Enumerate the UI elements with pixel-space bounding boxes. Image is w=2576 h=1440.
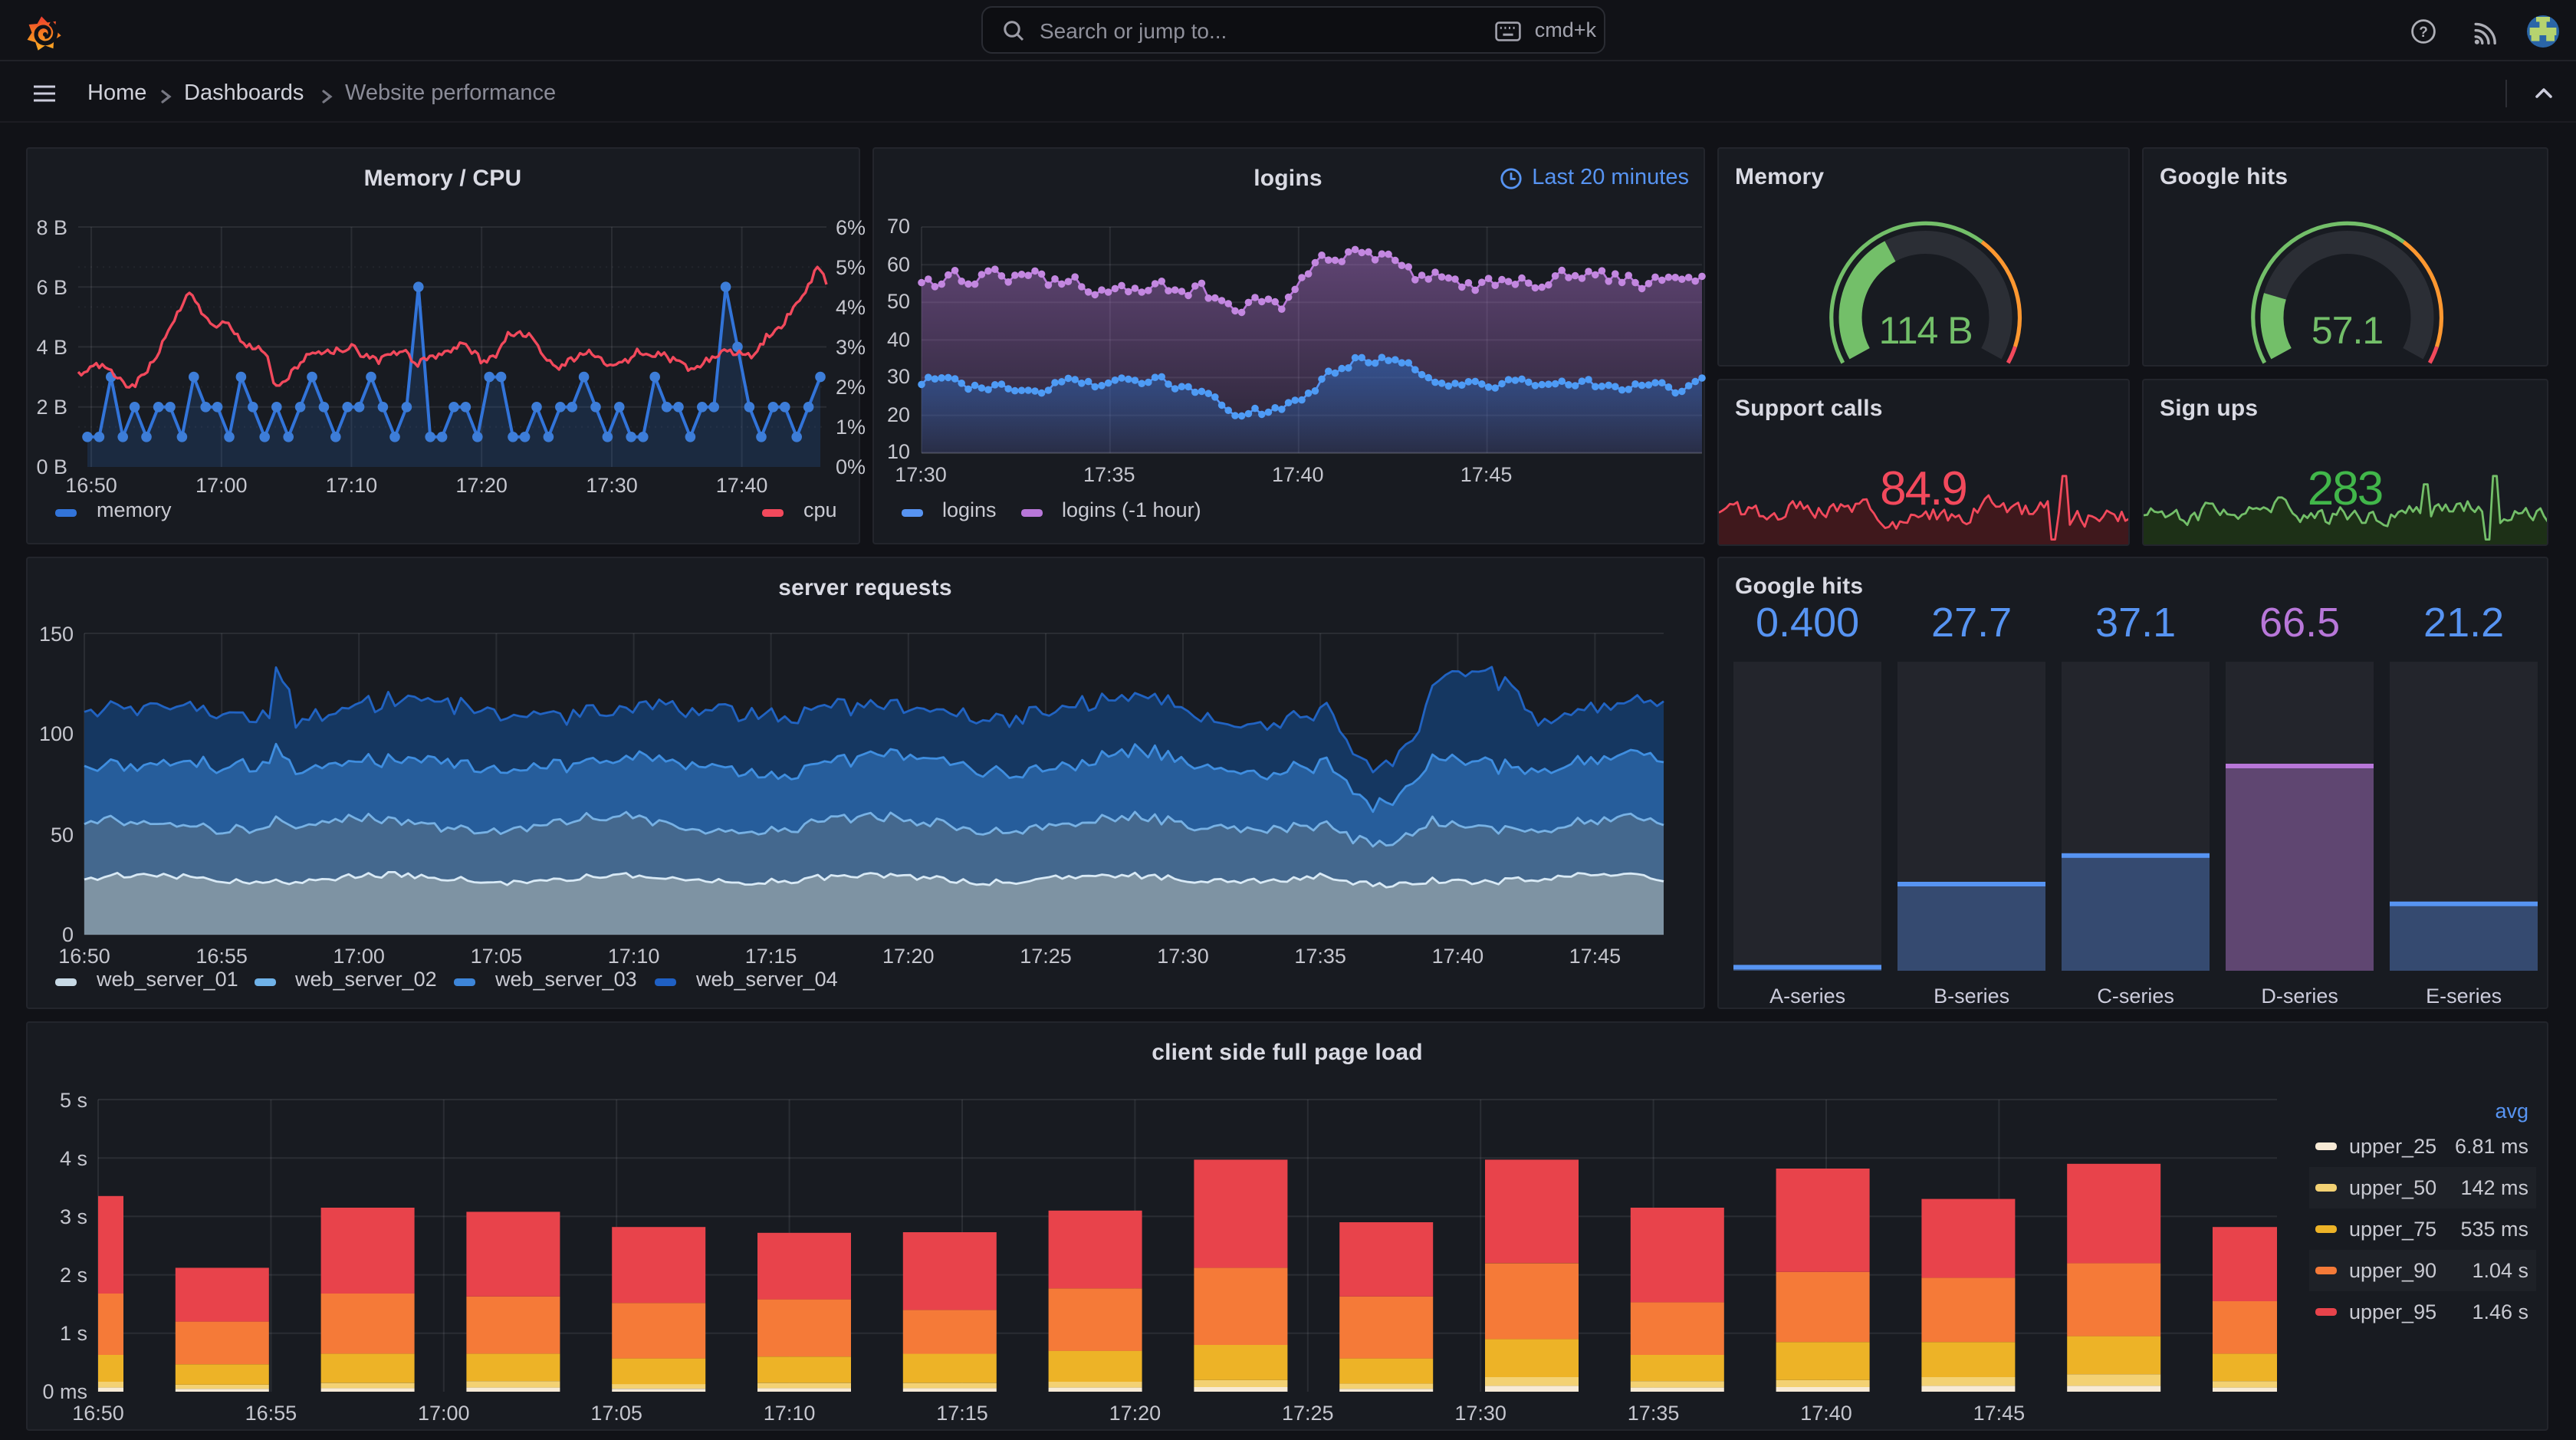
svg-text:E-series: E-series xyxy=(2425,985,2501,1008)
svg-text:37.1: 37.1 xyxy=(2095,600,2175,646)
svg-text:57.1: 57.1 xyxy=(2311,309,2382,352)
svg-text:0.400: 0.400 xyxy=(1755,600,1858,646)
svg-text:21.2: 21.2 xyxy=(2423,600,2503,646)
svg-text:B-series: B-series xyxy=(1933,985,2009,1008)
svg-text:114 B: 114 B xyxy=(1878,309,1972,352)
svg-text:C-series: C-series xyxy=(2096,985,2174,1008)
svg-text:D-series: D-series xyxy=(2260,985,2338,1008)
svg-text:27.7: 27.7 xyxy=(1930,600,2011,646)
svg-text:66.5: 66.5 xyxy=(2259,600,2339,646)
svg-text:?: ? xyxy=(2419,25,2428,41)
svg-text:A-series: A-series xyxy=(1769,985,1845,1008)
